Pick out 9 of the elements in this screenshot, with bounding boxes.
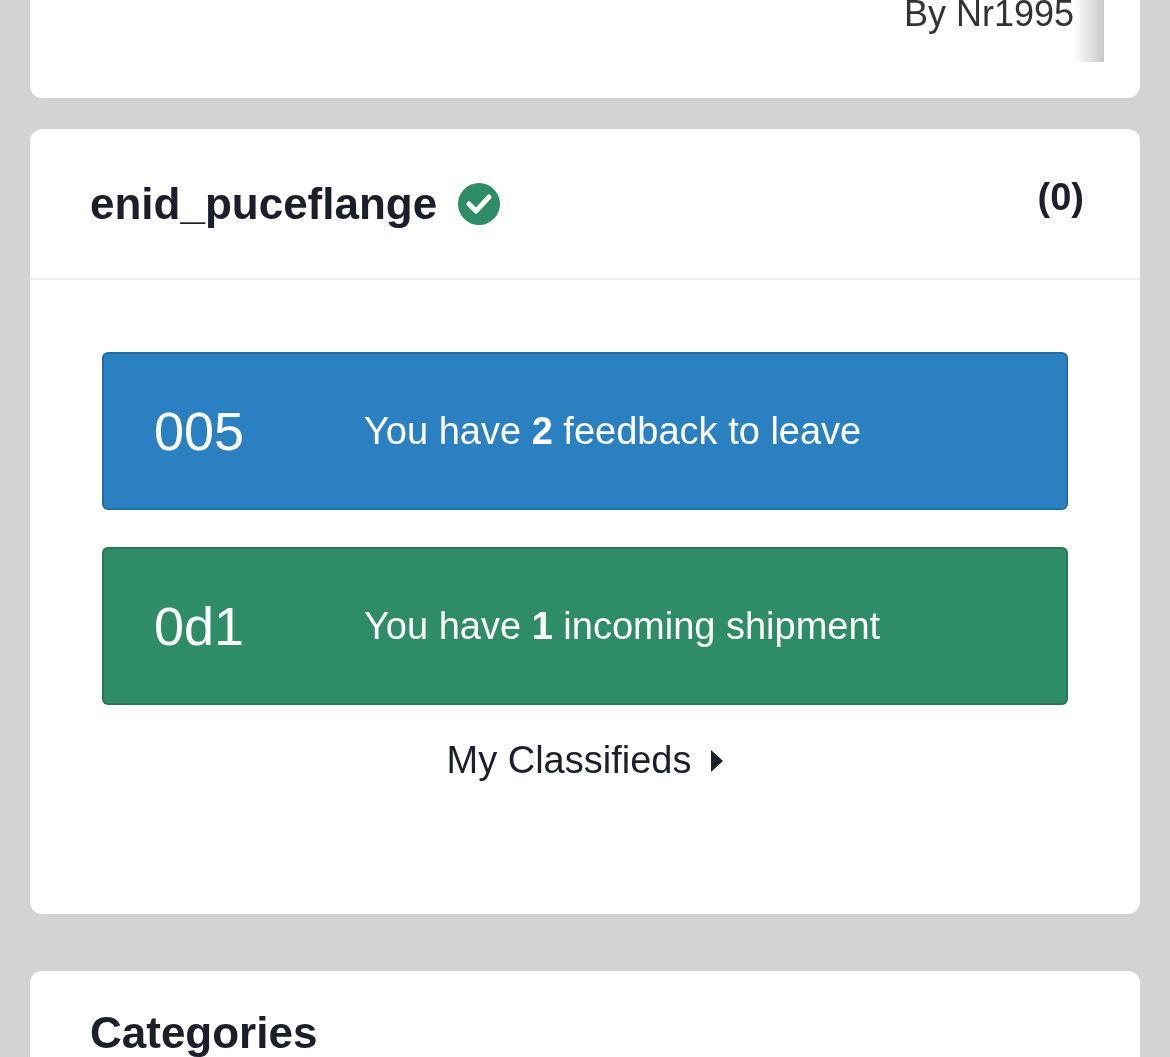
section-title: Categories [90, 1008, 318, 1057]
caret-right-icon [711, 749, 724, 772]
count-label: (0) [1037, 175, 1084, 220]
author-byline: By Nr1995 [903, 0, 1074, 32]
gradient-fade [1074, 0, 1104, 62]
alert-button[interactable]: 005 You have 2 feedback to leave [102, 352, 1068, 510]
username: enid_puceflange [90, 177, 438, 230]
alert-button[interactable]: 0d1 You have 1 incoming shipment [102, 547, 1068, 705]
classifieds-link[interactable]: My Classifieds [446, 732, 724, 789]
